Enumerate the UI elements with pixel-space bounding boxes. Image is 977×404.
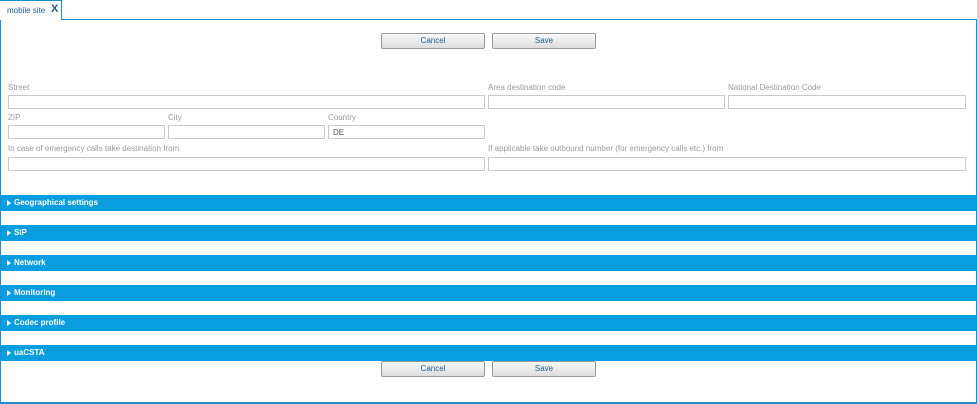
expand-arrow-icon — [7, 200, 11, 206]
national-code-label: National Destination Code — [728, 83, 821, 92]
section-network[interactable]: Network — [1, 255, 977, 271]
area-code-label: Area destination code — [488, 83, 566, 92]
outbound-number-label: If applicable take outbound number (for … — [488, 144, 724, 153]
city-label: City — [168, 113, 182, 122]
national-code-input[interactable] — [728, 95, 966, 109]
country-input[interactable]: DE — [328, 125, 485, 139]
save-button-top[interactable]: Save — [492, 33, 596, 49]
outbound-number-input[interactable] — [488, 157, 966, 171]
street-input[interactable] — [8, 95, 485, 109]
section-label: Geographical settings — [14, 198, 99, 207]
section-label: Network — [14, 258, 46, 267]
country-label: Country — [328, 113, 357, 122]
cancel-button-bottom[interactable]: Cancel — [381, 361, 485, 377]
zip-input[interactable] — [8, 125, 165, 139]
section-label: Codec profile — [14, 318, 66, 327]
section-sip[interactable]: SIP — [1, 225, 977, 241]
emergency-dest-input[interactable] — [8, 157, 485, 171]
section-label: Monitoring — [14, 288, 56, 297]
emergency-dest-label: In case of emergency calls take destinat… — [8, 144, 180, 153]
street-label: Street — [8, 83, 30, 92]
section-label: uaCSTA — [14, 348, 45, 357]
section-geographical-settings[interactable]: Geographical settings — [1, 195, 977, 211]
expand-arrow-icon — [7, 320, 11, 326]
area-code-input[interactable] — [488, 95, 725, 109]
city-input[interactable] — [168, 125, 325, 139]
section-uacsta[interactable]: uaCSTA — [1, 345, 977, 361]
cancel-button-top[interactable]: Cancel — [381, 33, 485, 49]
close-icon[interactable]: X — [51, 4, 58, 15]
tab-bar: mobile site X — [0, 0, 977, 21]
zip-label: ZIP — [8, 113, 21, 122]
expand-arrow-icon — [7, 290, 11, 296]
section-label: SIP — [14, 228, 27, 237]
section-codec-profile[interactable]: Codec profile — [1, 315, 977, 331]
save-button-bottom[interactable]: Save — [492, 361, 596, 377]
expand-arrow-icon — [7, 260, 11, 266]
tab-mobile-site[interactable]: mobile site X — [0, 0, 62, 20]
expand-arrow-icon — [7, 230, 11, 236]
section-monitoring[interactable]: Monitoring — [1, 285, 977, 301]
tab-label[interactable]: mobile site — [7, 6, 45, 15]
expand-arrow-icon — [7, 350, 11, 356]
